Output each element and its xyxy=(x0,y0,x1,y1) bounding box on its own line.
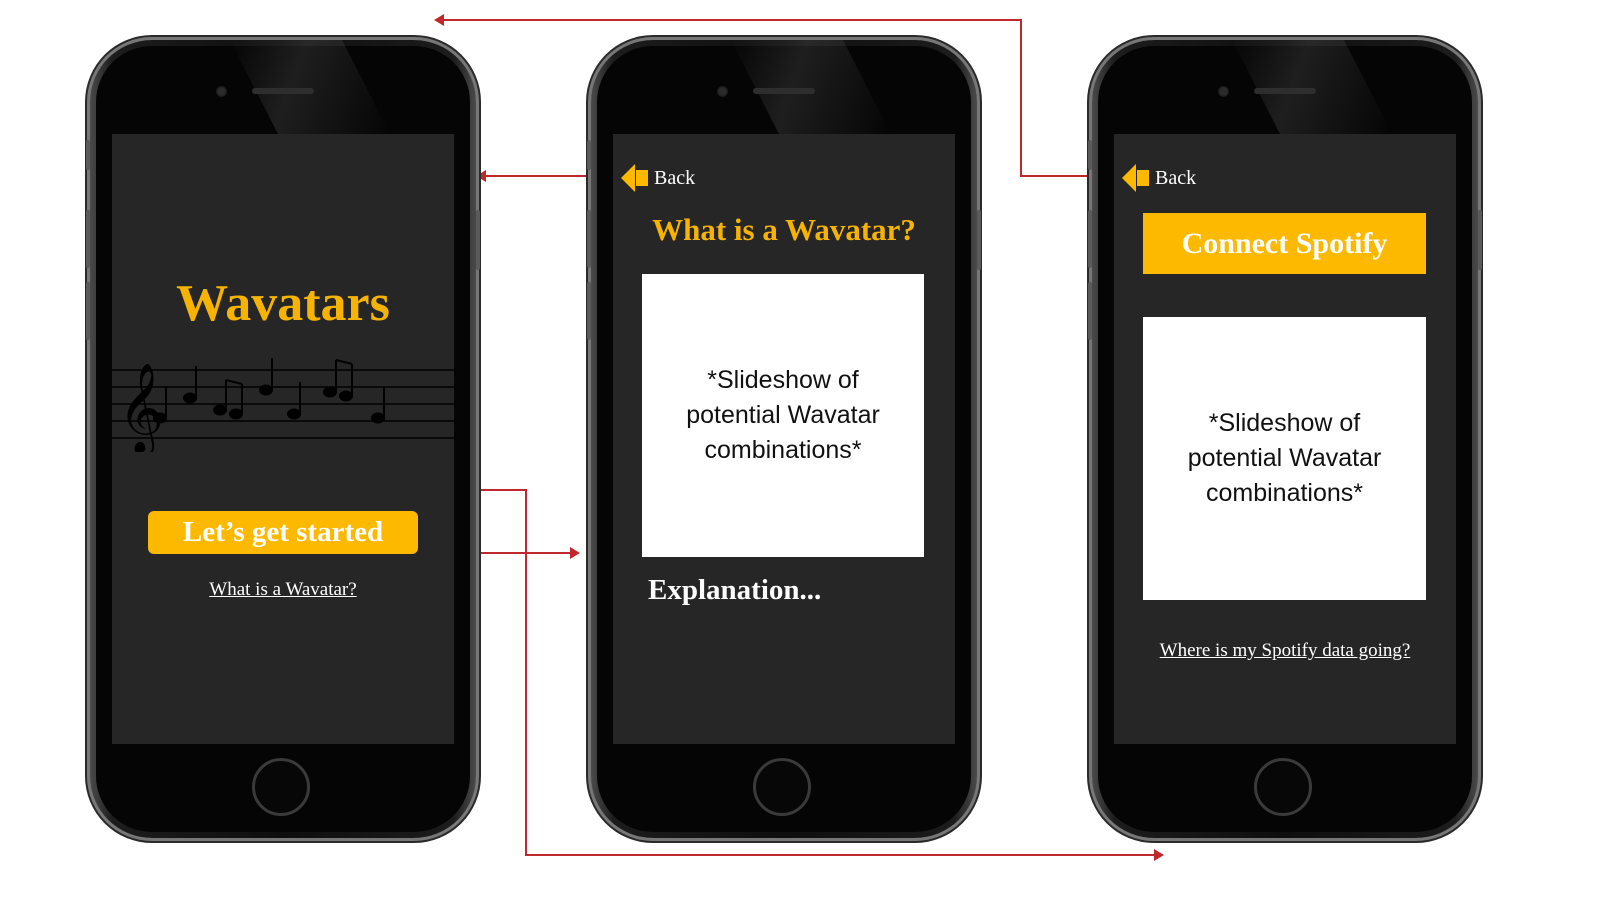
svg-text:𝄞: 𝄞 xyxy=(118,363,164,452)
spotify-data-link[interactable]: Where is my Spotify data going? xyxy=(1114,640,1456,662)
phone-mockup-home: Wavatars 𝄞 Let’s get started What is a W… xyxy=(86,40,480,838)
speaker-grille xyxy=(1254,88,1316,94)
back-label: Back xyxy=(654,166,696,189)
back-arrow-icon xyxy=(1122,164,1136,192)
slideshow-text: *Slideshow of potential Wavatar combinat… xyxy=(686,366,880,464)
home-screen: Wavatars 𝄞 Let’s get started What is a W… xyxy=(112,134,454,744)
about-screen: Back What is a Wavatar? *Slideshow of po… xyxy=(613,134,955,744)
explanation-text: Explanation... xyxy=(648,574,822,606)
connect-screen: Back Connect Spotify *Slideshow of poten… xyxy=(1114,134,1456,744)
what-is-wavatar-link[interactable]: What is a Wavatar? xyxy=(112,579,454,601)
phone-mockup-connect: Back Connect Spotify *Slideshow of poten… xyxy=(1088,40,1482,838)
slideshow-placeholder[interactable]: *Slideshow of potential Wavatar combinat… xyxy=(642,274,924,557)
back-button[interactable]: Back xyxy=(621,164,695,192)
home-button-icon xyxy=(252,758,310,816)
back-button[interactable]: Back xyxy=(1122,164,1196,192)
speaker-grille xyxy=(252,88,314,94)
app-title: Wavatars xyxy=(176,275,390,332)
camera-icon xyxy=(717,86,728,97)
back-arrow-icon xyxy=(621,164,635,192)
speaker-grille xyxy=(753,88,815,94)
slideshow-text: *Slideshow of potential Wavatar combinat… xyxy=(1187,409,1382,507)
camera-icon xyxy=(1218,86,1229,97)
home-button-icon xyxy=(1254,758,1312,816)
music-staff-icon: 𝄞 xyxy=(112,358,454,452)
phone-mockup-about: Back What is a Wavatar? *Slideshow of po… xyxy=(587,40,981,838)
home-button-icon xyxy=(753,758,811,816)
camera-icon xyxy=(216,86,227,97)
slideshow-placeholder[interactable]: *Slideshow of potential Wavatar combinat… xyxy=(1143,317,1426,600)
page-title: What is a Wavatar? xyxy=(652,212,916,247)
connect-spotify-button[interactable]: Connect Spotify xyxy=(1143,213,1426,274)
back-label: Back xyxy=(1155,166,1197,189)
lets-get-started-button[interactable]: Let’s get started xyxy=(148,511,418,554)
